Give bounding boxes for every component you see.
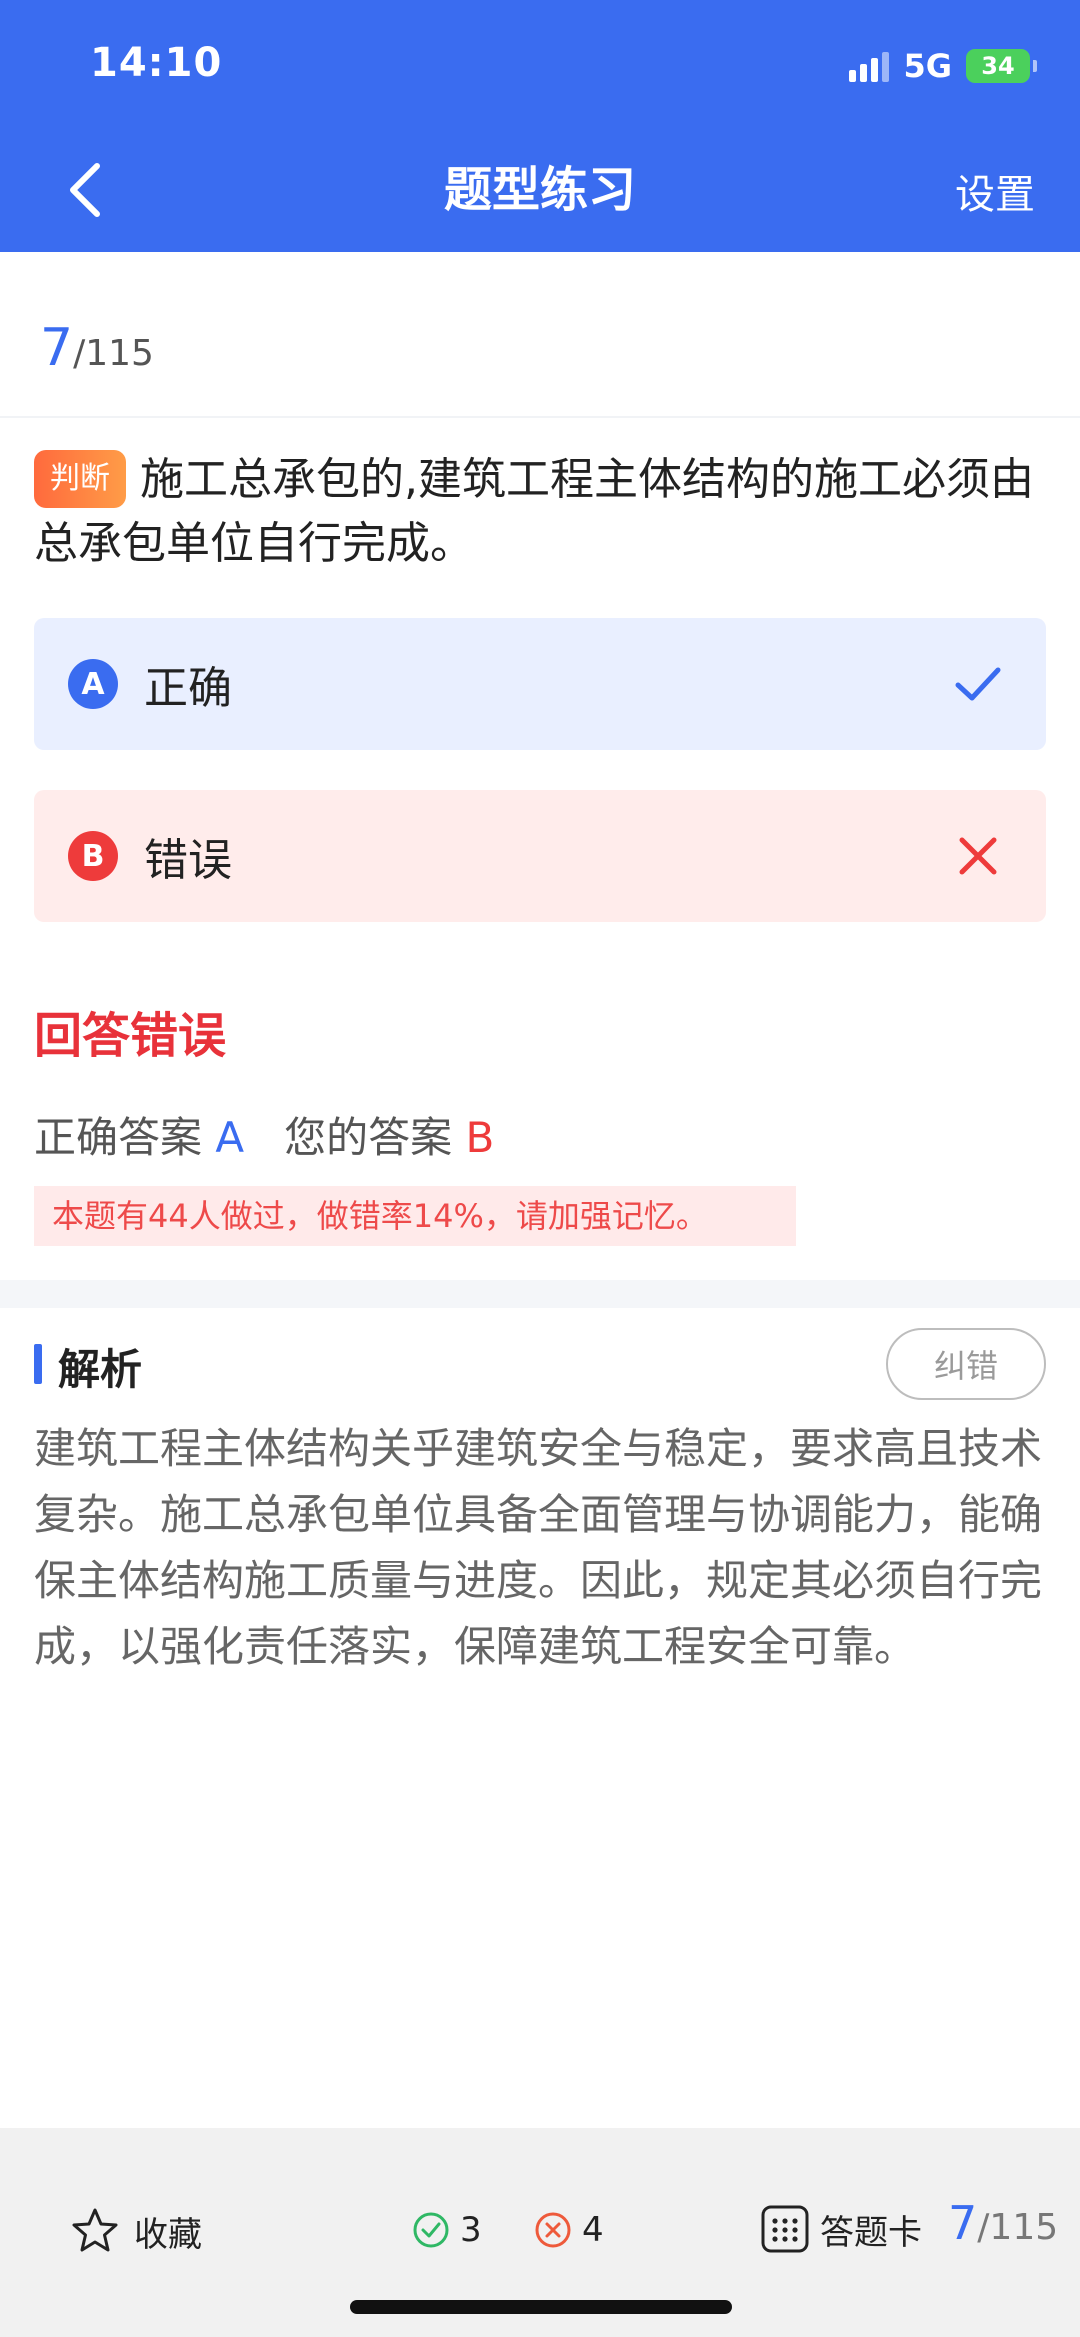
answer-summary: 正确答案 A 您的答案 B [34,1104,494,1165]
your-answer-value: B [465,1113,495,1162]
correct-answer-label: 正确答案 [34,1113,203,1162]
option-b-text: 错误 [144,835,232,886]
option-a[interactable]: A 正确 [34,618,1046,750]
status-indicators: 5G 34 [849,46,1037,86]
question-progress: 7/115 [40,318,154,378]
favorite-button[interactable]: 收藏 [70,2206,202,2256]
star-icon [72,2208,118,2252]
option-a-text: 正确 [144,663,232,714]
signal-icon [849,50,890,82]
option-a-letter: A [68,659,118,709]
progress-total: /115 [73,333,154,374]
result-title: 回答错误 [34,1008,227,1064]
favorite-label: 收藏 [134,2214,202,2255]
correct-answer: 正确答案 A [34,1104,244,1165]
error-rate-note: 本题有44人做过，做错率14%，请加强记忆。 [34,1186,796,1246]
section-divider [0,1280,1080,1308]
divider [0,416,1080,418]
question-text: 施工总承包的,建筑工程主体结构的施工必须由总承包单位自行完成。 [34,454,1034,569]
analysis-text: 建筑工程主体结构关乎建筑安全与稳定，要求高且技术复杂。施工总承包单位具备全面管理… [34,1424,1043,1671]
bottom-progress-current: 7 [948,2196,978,2250]
home-indicator[interactable] [350,2300,732,2314]
report-error-button[interactable]: 纠错 [886,1328,1046,1400]
check-icon [955,667,1001,701]
answer-sheet-button[interactable]: 答题卡 [760,2204,922,2254]
wrong-count-value: 4 [582,2210,604,2250]
check-circle-icon [413,2212,449,2248]
your-answer: 您的答案 B [284,1104,494,1165]
question-type-tag: 判断 [34,450,126,508]
bottom-progress-total: /115 [977,2207,1059,2248]
app-header: 14:10 5G 34 题型练习 设置 [0,0,1080,252]
battery-level: 34 [981,52,1015,80]
question-stem: 判断 施工总承包的,建筑工程主体结构的施工必须由总承包单位自行完成。 [34,448,1044,576]
grid-icon [761,2205,809,2253]
your-answer-label: 您的答案 [284,1113,453,1162]
battery-icon: 34 [966,49,1037,83]
page-title: 题型练习 [443,162,636,218]
network-label: 5G [903,47,952,85]
correct-count-value: 3 [460,2210,482,2250]
correct-count: 3 [412,2210,482,2250]
x-circle-icon [535,2212,571,2248]
option-b-letter: B [68,831,118,881]
correct-answer-value: A [215,1113,245,1162]
bottom-progress: 7/115 [948,2196,1058,2250]
close-icon [959,837,997,875]
analysis-title: 解析 [58,1345,143,1394]
status-time: 14:10 [90,40,223,86]
analysis-accent-bar [34,1344,42,1384]
settings-button[interactable]: 设置 [955,162,1035,220]
progress-current: 7 [40,318,74,378]
answer-sheet-label: 答题卡 [820,2212,922,2253]
option-b[interactable]: B 错误 [34,790,1046,922]
wrong-count: 4 [534,2210,604,2250]
